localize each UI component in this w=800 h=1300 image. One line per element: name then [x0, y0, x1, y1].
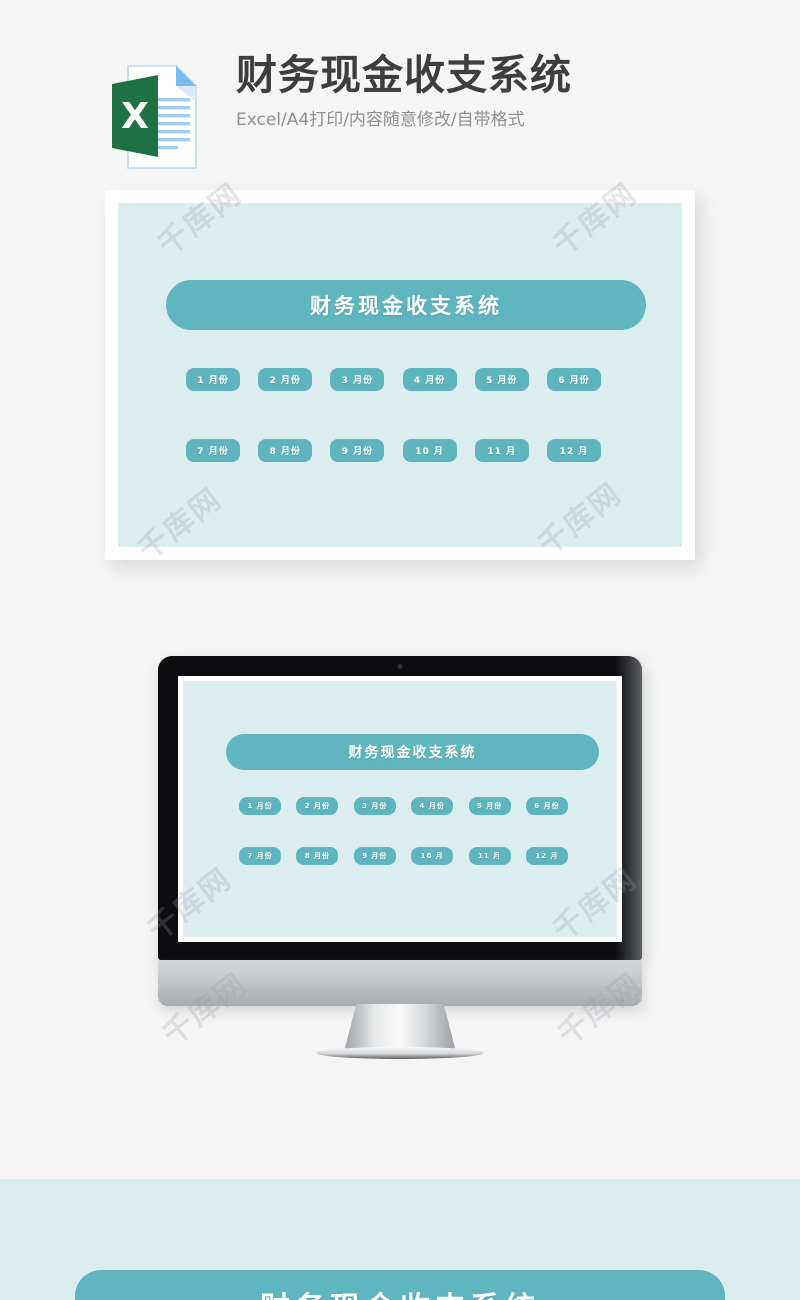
- monitor-month-row-1: 1 月份 2 月份 3 月份 4 月份 5 月份 6 月份: [239, 797, 568, 815]
- monitor-slide: 财务现金收支系统 1 月份 2 月份 3 月份 4 月份 5 月份 6 月份 7…: [183, 681, 617, 937]
- monitor-title-pill[interactable]: 财务现金收支系统: [226, 734, 599, 770]
- monitor-screen: 财务现金收支系统 1 月份 2 月份 3 月份 4 月份 5 月份 6 月份 7…: [178, 676, 622, 942]
- monitor-month-row-2: 7 月份 8 月份 9 月份 10 月 11 月 12 月: [239, 847, 568, 865]
- monitor-month-button-1[interactable]: 1 月份: [239, 797, 281, 815]
- excel-file-icon: X: [110, 62, 202, 172]
- month-button-3[interactable]: 3 月份: [330, 368, 385, 391]
- monitor-month-button-2[interactable]: 2 月份: [296, 797, 339, 815]
- preview-month-row-1: 1 月份 2 月份 3 月份 4 月份 5 月份 6 月份: [186, 368, 601, 391]
- monitor-month-button-10[interactable]: 10 月: [411, 847, 454, 865]
- header-text-block: 财务现金收支系统 Excel/A4打印/内容随意修改/自带格式: [236, 51, 572, 131]
- page-subtitle: Excel/A4打印/内容随意修改/自带格式: [236, 110, 525, 131]
- preview-slide: 财务现金收支系统 1 月份 2 月份 3 月份 4 月份 5 月份 6 月份 7…: [118, 203, 682, 547]
- month-button-11[interactable]: 11 月: [474, 439, 529, 462]
- monitor-mockup: 财务现金收支系统 1 月份 2 月份 3 月份 4 月份 5 月份 6 月份 7…: [158, 656, 642, 1060]
- preview-month-row-2: 7 月份 8 月份 9 月份 10 月 11 月 12 月: [186, 439, 601, 462]
- monitor-stand-base: [316, 1047, 484, 1059]
- monitor-month-button-7[interactable]: 7 月份: [239, 847, 281, 865]
- excel-icon-letter: X: [121, 96, 149, 137]
- month-button-6[interactable]: 6 月份: [546, 368, 601, 391]
- monitor-month-button-8[interactable]: 8 月份: [296, 847, 339, 865]
- month-button-4[interactable]: 4 月份: [402, 368, 457, 391]
- monitor-month-grid: 1 月份 2 月份 3 月份 4 月份 5 月份 6 月份 7 月份 8 月份 …: [239, 797, 568, 865]
- page-header: X 财务现金收支系统 Excel/A4打印/内容随意修改/自带格式: [0, 51, 800, 172]
- monitor-month-button-3[interactable]: 3 月份: [353, 797, 396, 815]
- preview-month-grid: 1 月份 2 月份 3 月份 4 月份 5 月份 6 月份 7 月份 8 月份 …: [186, 368, 601, 462]
- monitor-month-button-5[interactable]: 5 月份: [468, 797, 511, 815]
- monitor-chin: [158, 960, 642, 1006]
- month-button-10[interactable]: 10 月: [402, 439, 457, 462]
- month-button-1[interactable]: 1 月份: [186, 368, 240, 391]
- webcam-icon: [397, 664, 403, 669]
- bottom-title-pill[interactable]: 财务现金收支系统: [75, 1270, 725, 1300]
- monitor-month-button-4[interactable]: 4 月份: [411, 797, 454, 815]
- month-button-9[interactable]: 9 月份: [330, 439, 385, 462]
- bottom-preview-section: 财务现金收支系统: [0, 1179, 800, 1300]
- page-title: 财务现金收支系统: [236, 51, 572, 99]
- month-button-8[interactable]: 8 月份: [258, 439, 313, 462]
- preview-card: 财务现金收支系统 1 月份 2 月份 3 月份 4 月份 5 月份 6 月份 7…: [105, 190, 695, 560]
- monitor-month-button-9[interactable]: 9 月份: [353, 847, 396, 865]
- monitor-stand-neck: [344, 1004, 456, 1052]
- monitor-month-button-11[interactable]: 11 月: [468, 847, 511, 865]
- month-button-2[interactable]: 2 月份: [258, 368, 313, 391]
- month-button-7[interactable]: 7 月份: [186, 439, 240, 462]
- month-button-12[interactable]: 12 月: [546, 439, 601, 462]
- monitor-month-button-12[interactable]: 12 月: [525, 847, 568, 865]
- preview-title-pill[interactable]: 财务现金收支系统: [166, 280, 646, 330]
- month-button-5[interactable]: 5 月份: [474, 368, 529, 391]
- monitor-month-button-6[interactable]: 6 月份: [525, 797, 568, 815]
